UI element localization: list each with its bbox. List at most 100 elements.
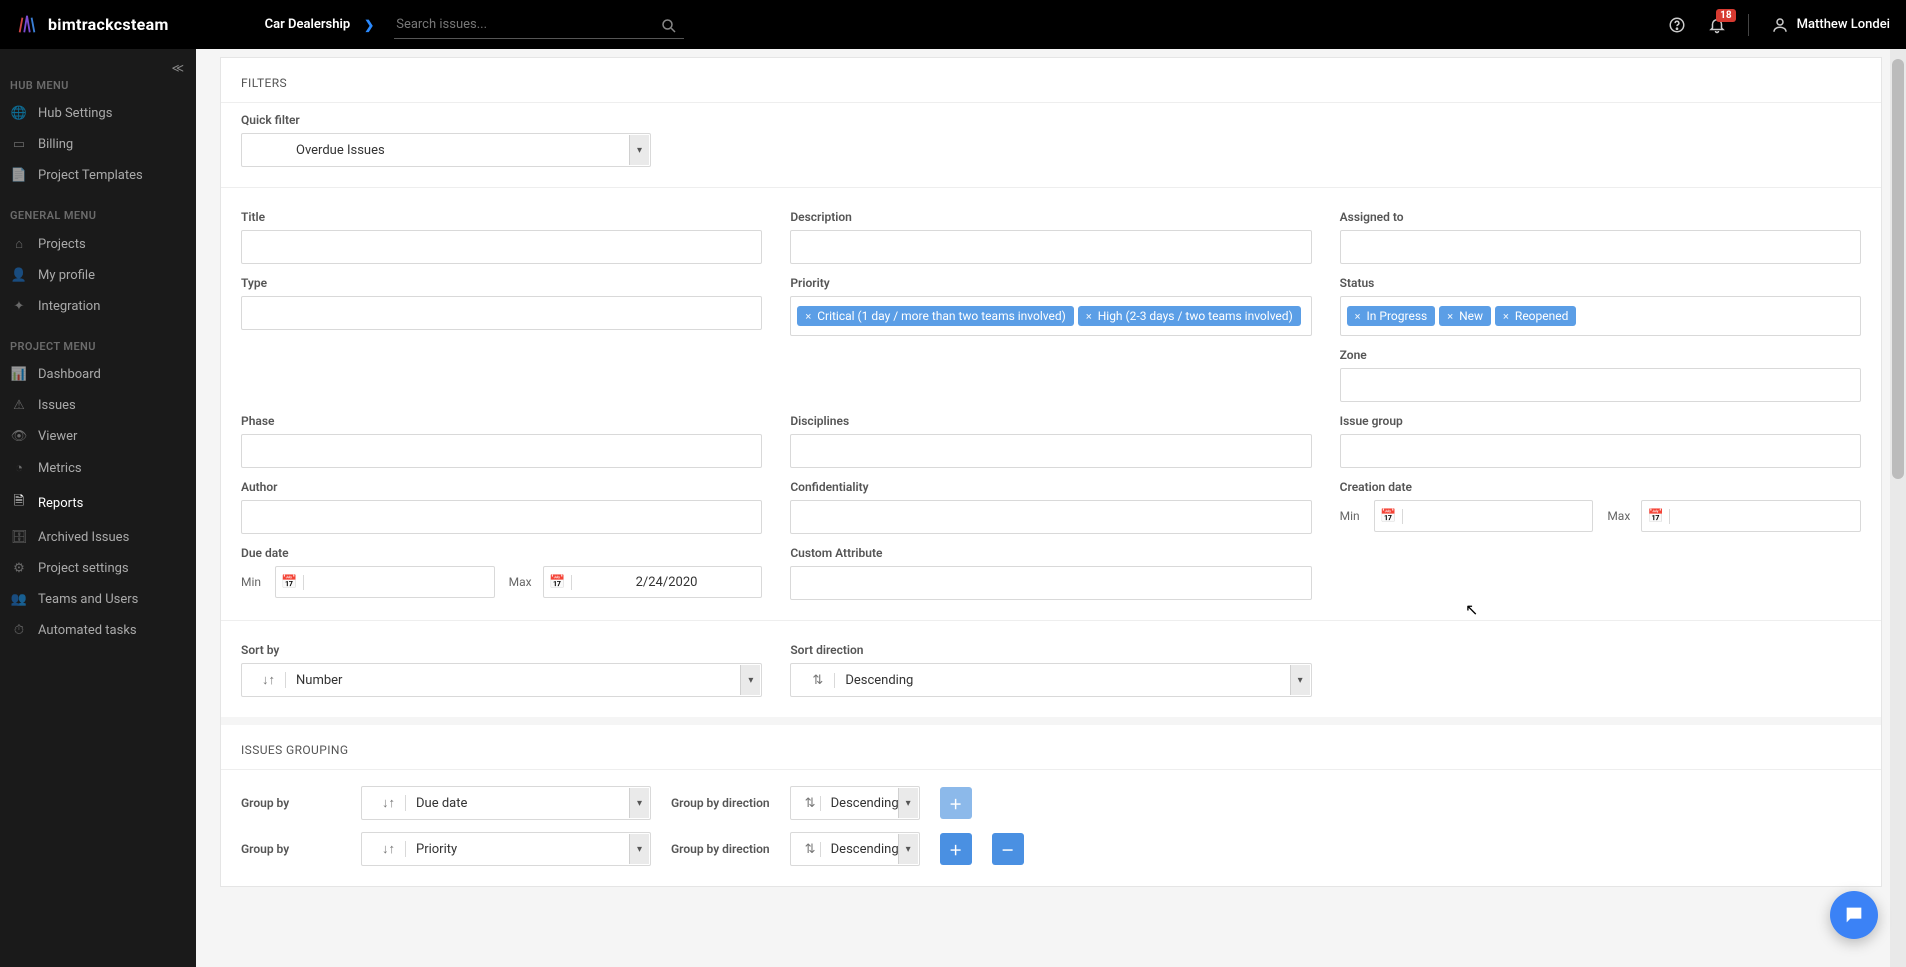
topbar-project[interactable]: Car Dealership ❯ (265, 17, 375, 32)
issue-group-input[interactable] (1340, 434, 1861, 468)
filters-card: FILTERS Quick filter Overdue Issues ▾ Ti… (220, 57, 1882, 887)
sidebar-item-my-profile[interactable]: 👤My profile (0, 260, 196, 291)
dashboard-icon: 📊 (10, 367, 28, 382)
quick-filter-label: Quick filter (241, 113, 1861, 127)
priority-tag[interactable]: ×Critical (1 day / more than two teams i… (797, 306, 1074, 326)
search-wrap (394, 11, 684, 39)
sidebar-item-project-settings[interactable]: ⚙Project settings (0, 553, 196, 584)
author-label: Author (241, 480, 762, 494)
creation-date-min[interactable]: Min 📅 (1340, 500, 1594, 532)
calendar-icon[interactable]: 📅 (1642, 509, 1670, 524)
confidentiality-label: Confidentiality (790, 480, 1311, 494)
close-icon[interactable]: × (1447, 310, 1453, 323)
status-tag[interactable]: ×In Progress (1347, 306, 1436, 326)
add-group-button[interactable]: ＋ (940, 833, 972, 865)
type-input[interactable] (241, 296, 762, 330)
issue-group-label: Issue group (1340, 414, 1861, 428)
disciplines-input[interactable] (790, 434, 1311, 468)
calendar-icon[interactable]: 📅 (544, 575, 572, 590)
confidentiality-input[interactable] (790, 500, 1311, 534)
group-dir-select-2[interactable]: ⇅ Descending ▾ (790, 832, 920, 866)
sidebar-item-hub-settings[interactable]: 🌐Hub Settings (0, 98, 196, 129)
zone-label: Zone (1340, 348, 1861, 362)
creation-date-max[interactable]: Max 📅 (1607, 500, 1861, 532)
sidebar-item-dashboard[interactable]: 📊Dashboard (0, 359, 196, 390)
sidebar-item-auto-tasks[interactable]: ⏱Automated tasks (0, 615, 196, 646)
group-by-select-1[interactable]: ↓↑ Due date ▾ (361, 786, 651, 820)
topbar: bimtrackcsteam Car Dealership ❯ 18 Matth… (0, 0, 1906, 49)
sort-icon: ↓↑ (372, 841, 406, 857)
group-row-2: Group by ↓↑ Priority ▾ Group by directio… (241, 832, 1861, 866)
phase-input[interactable] (241, 434, 762, 468)
zone-input[interactable] (1340, 368, 1861, 402)
chevron-down-icon[interactable]: ▾ (629, 788, 649, 818)
priority-tag[interactable]: ×High (2-3 days / two teams involved) (1078, 306, 1301, 326)
sidebar-item-metrics[interactable]: ◔Metrics (0, 452, 196, 484)
priority-input[interactable]: ×Critical (1 day / more than two teams i… (790, 296, 1311, 336)
custom-attr-input[interactable] (790, 566, 1311, 600)
project-name: Car Dealership (265, 17, 351, 32)
chevron-down-icon[interactable]: ▾ (898, 834, 918, 864)
filters-title: FILTERS (221, 58, 1881, 103)
search-input[interactable] (394, 11, 684, 39)
quick-filter-select[interactable]: Overdue Issues ▾ (241, 133, 651, 167)
close-icon[interactable]: × (1503, 310, 1509, 323)
brand-name: bimtrackcsteam (48, 15, 169, 34)
chevron-down-icon[interactable]: ▾ (1290, 665, 1310, 695)
main: FILTERS Quick filter Overdue Issues ▾ Ti… (196, 49, 1906, 967)
scrollbar-thumb[interactable] (1892, 59, 1904, 479)
integration-icon: ✦ (10, 299, 28, 314)
gear-icon: ⚙ (10, 561, 28, 576)
chevron-down-icon[interactable]: ▾ (629, 834, 649, 864)
status-tag[interactable]: ×Reopened (1495, 306, 1576, 326)
help-icon[interactable] (1668, 16, 1686, 34)
due-date-min[interactable]: Min 📅 (241, 566, 495, 598)
metrics-icon: ◔ (10, 460, 28, 476)
status-input[interactable]: ×In Progress ×New ×Reopened (1340, 296, 1861, 336)
direction-icon: ⇅ (801, 842, 821, 857)
sidebar-section-project: PROJECT MENU (0, 322, 196, 359)
sidebar-item-issues[interactable]: ⚠Issues (0, 390, 196, 421)
add-group-button[interactable]: ＋ (940, 787, 972, 819)
status-label: Status (1340, 276, 1861, 290)
description-input[interactable] (790, 230, 1311, 264)
chevron-down-icon[interactable]: ▾ (898, 788, 918, 818)
sort-dir-label: Sort direction (790, 643, 1311, 657)
chat-bubble-icon[interactable] (1830, 891, 1878, 939)
sidebar-item-reports[interactable]: 🗎Reports (0, 484, 196, 522)
close-icon[interactable]: × (1355, 310, 1361, 323)
sidebar-item-templates[interactable]: 📄Project Templates (0, 160, 196, 191)
notifications-icon[interactable]: 18 (1708, 16, 1726, 34)
sidebar-item-viewer[interactable]: 👁Viewer (0, 421, 196, 452)
chevron-down-icon[interactable]: ▾ (629, 135, 649, 165)
assigned-to-input[interactable] (1340, 230, 1861, 264)
grouping-title: ISSUES GROUPING (221, 725, 1881, 770)
sidebar-item-archived[interactable]: 🗄Archived Issues (0, 522, 196, 553)
author-input[interactable] (241, 500, 762, 534)
assigned-to-label: Assigned to (1340, 210, 1861, 224)
sort-icon: ↓↑ (372, 795, 406, 811)
close-icon[interactable]: × (805, 310, 811, 323)
type-label: Type (241, 276, 762, 290)
creation-date-label: Creation date (1340, 480, 1861, 494)
sidebar-item-billing[interactable]: ▭Billing (0, 129, 196, 160)
remove-group-button[interactable]: － (992, 833, 1024, 865)
sidebar-item-projects[interactable]: ⌂Projects (0, 228, 196, 260)
sort-dir-select[interactable]: ⇅ Descending ▾ (790, 663, 1311, 697)
scrollbar-track[interactable] (1890, 49, 1906, 967)
user-menu[interactable]: Matthew Londei (1771, 16, 1890, 34)
sidebar-item-teams[interactable]: 👥Teams and Users (0, 584, 196, 615)
title-input[interactable] (241, 230, 762, 264)
calendar-icon[interactable]: 📅 (276, 575, 304, 590)
group-by-select-2[interactable]: ↓↑ Priority ▾ (361, 832, 651, 866)
search-icon[interactable] (660, 17, 678, 35)
collapse-sidebar-icon[interactable]: ≪ (171, 61, 184, 75)
calendar-icon[interactable]: 📅 (1375, 509, 1403, 524)
sidebar-item-integration[interactable]: ✦Integration (0, 291, 196, 322)
group-dir-select-1[interactable]: ⇅ Descending ▾ (790, 786, 920, 820)
status-tag[interactable]: ×New (1439, 306, 1491, 326)
sort-by-select[interactable]: ↓↑ Number ▾ (241, 663, 762, 697)
due-date-max[interactable]: Max 📅2/24/2020 (509, 566, 763, 598)
chevron-down-icon[interactable]: ▾ (740, 665, 760, 695)
close-icon[interactable]: × (1086, 310, 1092, 323)
